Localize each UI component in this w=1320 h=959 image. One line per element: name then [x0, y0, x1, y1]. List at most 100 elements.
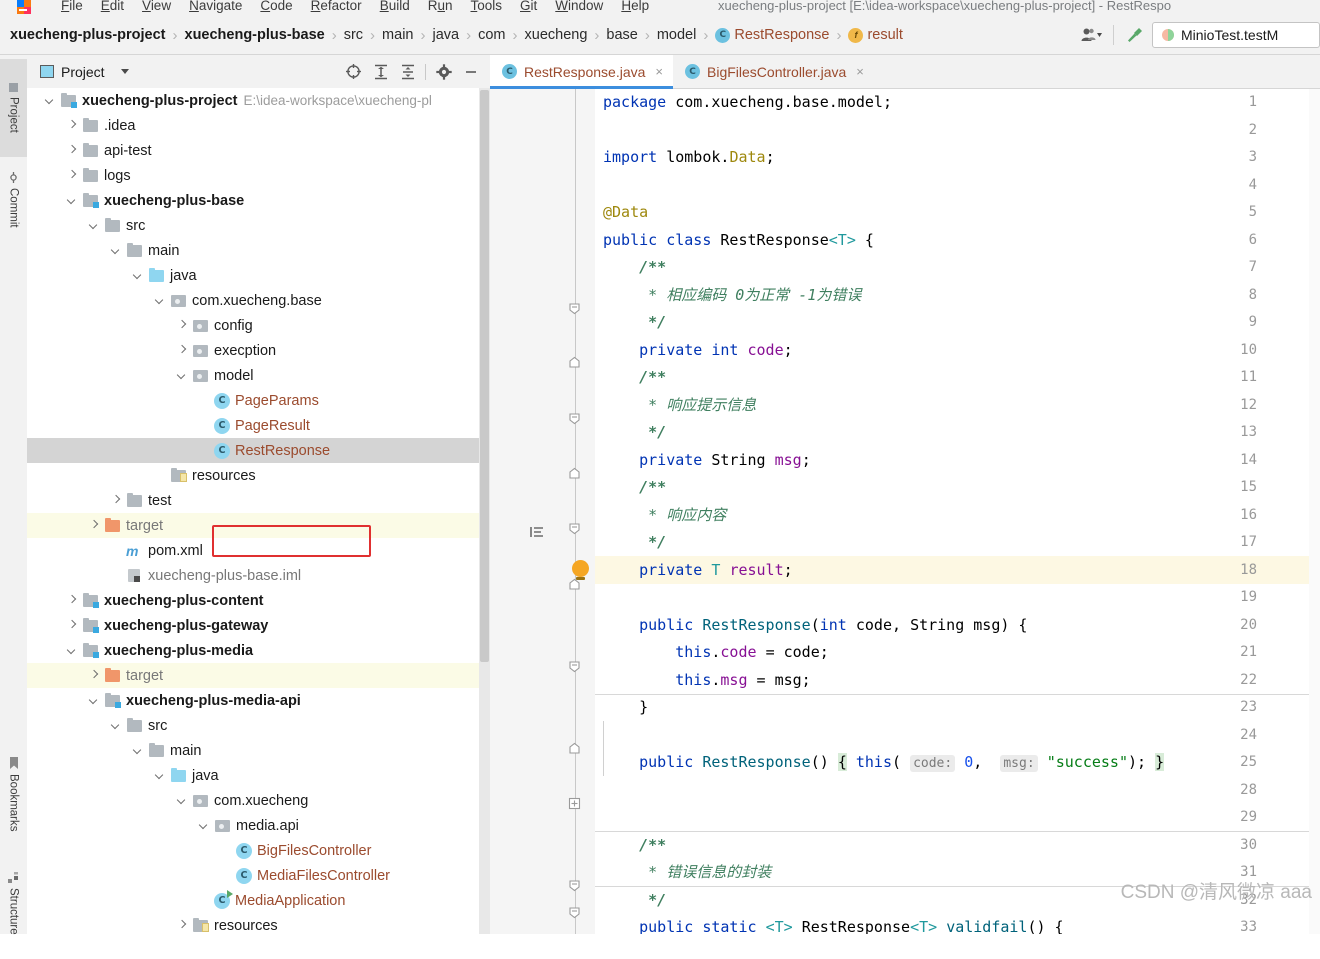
tree-node-resources[interactable]: resources [27, 913, 490, 934]
menu-help[interactable]: Help [612, 0, 658, 15]
menu-tools[interactable]: Tools [462, 0, 512, 15]
breadcrumb-item-module[interactable]: xuecheng-plus-base [185, 27, 325, 43]
fold-collapse-icon[interactable] [568, 660, 581, 673]
menu-window[interactable]: Window [546, 0, 612, 15]
chevron-right-icon[interactable] [89, 520, 100, 531]
chevron-down-icon[interactable] [155, 770, 166, 781]
chevron-down-icon[interactable] [155, 295, 166, 306]
tree-node-xuecheng-plus-content[interactable]: xuecheng-plus-content [27, 588, 490, 613]
fold-end-icon[interactable] [568, 467, 581, 480]
tool-button-structure[interactable]: Structure [0, 847, 27, 959]
tree-node-xuecheng-plus-media[interactable]: xuecheng-plus-media [27, 638, 490, 663]
chevron-down-icon[interactable] [177, 370, 188, 381]
fold-end-icon[interactable] [568, 356, 581, 369]
tree-node-java[interactable]: java [27, 263, 490, 288]
breadcrumb-item-com[interactable]: com [478, 27, 505, 43]
hammer-icon[interactable] [1118, 16, 1152, 54]
bookmark-lines-icon[interactable] [530, 526, 544, 538]
fold-end-icon[interactable] [568, 742, 581, 755]
breadcrumb-item-java[interactable]: java [432, 27, 459, 43]
chevron-right-icon[interactable] [67, 120, 78, 131]
run-configuration-selector[interactable]: MinioTest.testM [1152, 22, 1320, 48]
code-text[interactable]: package com.xuecheng.base.model; import … [595, 89, 1320, 934]
tree-node-pageparams[interactable]: C PageParams [27, 388, 490, 413]
chevron-right-icon[interactable] [67, 145, 78, 156]
breadcrumb-item-class[interactable]: C RestResponse [715, 27, 829, 43]
tree-node-pom-xml[interactable]: m pom.xml [27, 538, 490, 563]
tree-node-target[interactable]: target [27, 513, 490, 538]
close-icon[interactable]: × [655, 64, 663, 79]
tree-node-api-test[interactable]: api-test [27, 138, 490, 163]
fold-expand-icon[interactable] [568, 797, 581, 810]
chevron-down-icon[interactable] [111, 720, 122, 731]
tree-node-src[interactable]: src [27, 213, 490, 238]
chevron-down-icon[interactable] [67, 645, 78, 656]
breadcrumb-item-model[interactable]: model [657, 27, 697, 43]
tree-node-xuecheng-plus-project[interactable]: xuecheng-plus-project E:\idea-workspace\x… [27, 88, 490, 113]
tree-node-xuecheng-plus-media-api[interactable]: xuecheng-plus-media-api [27, 688, 490, 713]
chevron-right-icon[interactable] [67, 595, 78, 606]
chevron-down-icon[interactable] [177, 795, 188, 806]
menu-code[interactable]: Code [251, 0, 301, 15]
tree-node-model[interactable]: model [27, 363, 490, 388]
hide-panel-icon[interactable] [457, 55, 484, 88]
chevron-right-icon[interactable] [111, 495, 122, 506]
chevron-down-icon[interactable] [133, 270, 144, 281]
tree-node-xuecheng-plus-gateway[interactable]: xuecheng-plus-gateway [27, 613, 490, 638]
settings-gear-icon[interactable] [430, 55, 457, 88]
menu-git[interactable]: Git [511, 0, 546, 15]
tree-node-bigfilescontroller[interactable]: C BigFilesController [27, 838, 490, 863]
code-editor[interactable]: 1 2 3 4 5 6 7 8 9 10 11 12 13 14 15 16 17 18 19 20 21 22 23 24 2… [490, 89, 1320, 934]
breadcrumb-item-field[interactable]: f result [848, 27, 903, 43]
tree-node-com-xuecheng[interactable]: com.xuecheng [27, 788, 490, 813]
chevron-down-icon[interactable] [89, 220, 100, 231]
chevron-right-icon[interactable] [177, 345, 188, 356]
tree-node-logs[interactable]: logs [27, 163, 490, 188]
project-panel-title-group[interactable]: Project [27, 64, 129, 80]
breadcrumb-item-src[interactable]: src [344, 27, 363, 43]
tree-node-main[interactable]: main [27, 238, 490, 263]
editor-scrollbar[interactable] [1309, 89, 1320, 934]
project-tree[interactable]: xuecheng-plus-project E:\idea-workspace\x… [27, 88, 490, 934]
tool-button-project[interactable]: Project [0, 59, 27, 157]
chevron-down-icon[interactable] [67, 195, 78, 206]
fold-collapse-icon[interactable] [568, 522, 581, 535]
tree-node-media-api[interactable]: media.api [27, 813, 490, 838]
tree-node-resources[interactable]: resources [27, 463, 490, 488]
menu-refactor[interactable]: Refactor [302, 0, 371, 15]
tool-button-bookmarks[interactable]: Bookmarks [0, 735, 27, 853]
breadcrumb-item-project[interactable]: xuecheng-plus-project [10, 27, 166, 43]
tree-node-src[interactable]: src [27, 713, 490, 738]
breadcrumb-item-xuecheng[interactable]: xuecheng [525, 27, 588, 43]
tree-node-main[interactable]: main [27, 738, 490, 763]
select-opened-file-icon[interactable] [340, 55, 367, 88]
tree-node-java[interactable]: java [27, 763, 490, 788]
close-icon[interactable]: × [856, 64, 864, 79]
tree-node-restresponse[interactable]: C RestResponse [27, 438, 490, 463]
editor-tab-restresponse[interactable]: C RestResponse.java × [490, 55, 673, 89]
expand-all-icon[interactable] [367, 55, 394, 88]
tree-node-test[interactable]: test [27, 488, 490, 513]
menu-navigate[interactable]: Navigate [180, 0, 251, 15]
fold-collapse-icon[interactable] [568, 879, 581, 892]
menu-view[interactable]: View [133, 0, 180, 15]
chevron-right-icon[interactable] [67, 170, 78, 181]
menu-build[interactable]: Build [371, 0, 419, 15]
tree-node-execption[interactable]: execption [27, 338, 490, 363]
tree-node-config[interactable]: config [27, 313, 490, 338]
chevron-right-icon[interactable] [177, 320, 188, 331]
menu-bar[interactable]: FFileile Edit View Navigate Code Refacto… [52, 0, 658, 15]
breadcrumb-item-base[interactable]: base [606, 27, 637, 43]
chevron-down-icon[interactable] [199, 820, 210, 831]
fold-collapse-icon[interactable] [568, 412, 581, 425]
chevron-down-icon[interactable] [120, 69, 129, 74]
chevron-right-icon[interactable] [67, 620, 78, 631]
menu-edit[interactable]: Edit [92, 0, 133, 15]
fold-collapse-icon[interactable] [568, 302, 581, 315]
tree-node-xuecheng-plus-base-iml[interactable]: xuecheng-plus-base.iml [27, 563, 490, 588]
menu-file[interactable]: FFileile [52, 0, 92, 15]
tree-node-com-xuecheng-base[interactable]: com.xuecheng.base [27, 288, 490, 313]
chevron-right-icon[interactable] [89, 670, 100, 681]
tree-node-pageresult[interactable]: C PageResult [27, 413, 490, 438]
tool-button-commit[interactable]: Commit [0, 151, 27, 249]
